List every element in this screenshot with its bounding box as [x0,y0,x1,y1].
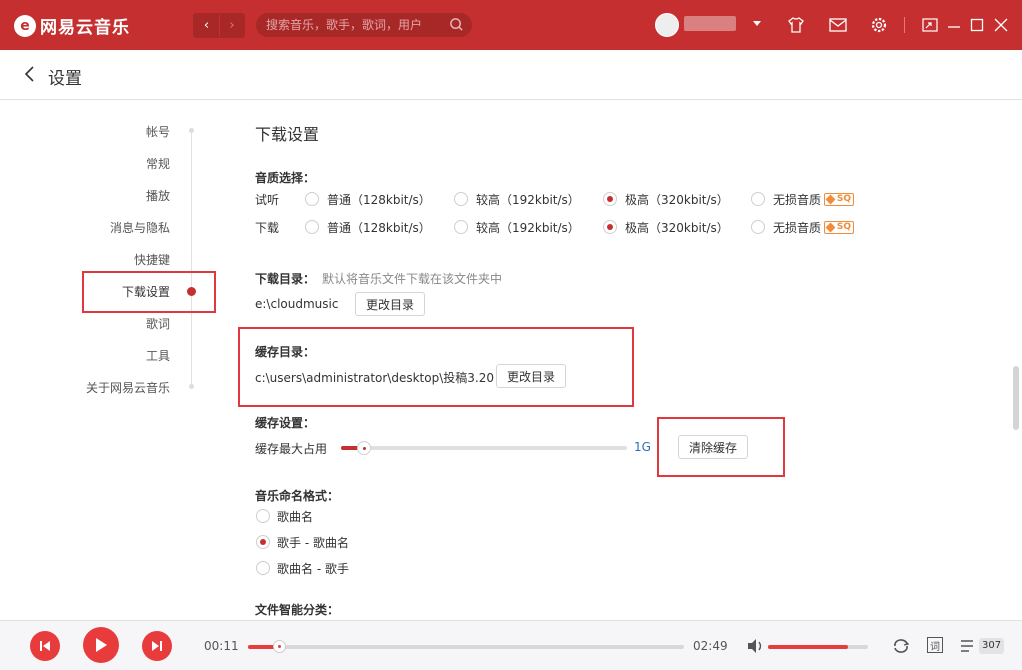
option-label: 普通（128kbit/s） [327,221,431,235]
previous-icon [40,641,50,651]
play-icon [96,638,107,652]
download-dir-hint: 默认将音乐文件下载在该文件夹中 [322,272,503,286]
minimize-icon[interactable] [944,15,964,35]
sidebar-item-privacy[interactable]: 消息与隐私 [110,219,170,236]
clear-cache-button[interactable]: 清除缓存 [678,435,748,459]
page-title: 设置 [48,69,82,89]
settings-header: 设置 [0,50,1022,100]
radio-download-standard[interactable] [305,220,319,234]
app-name: 网易云音乐 [40,18,130,38]
radio-naming-song-artist[interactable] [256,561,270,575]
mini-mode-icon[interactable] [920,15,940,35]
option-label: 无损音质 [773,193,822,207]
change-download-dir-button[interactable]: 更改目录 [355,292,425,316]
loop-mode-icon[interactable] [890,636,912,656]
naming-option-label: 歌曲名 [277,510,314,524]
sq-badge-icon: SQ [824,221,854,234]
radio-naming-artist-song[interactable] [256,535,270,549]
naming-option-label: 歌曲名 - 歌手 [277,562,349,576]
cache-slider-track[interactable] [341,446,627,450]
close-icon[interactable] [991,15,1011,35]
previous-track-button[interactable] [30,631,60,661]
sidebar-rail [191,130,192,388]
cache-slider-handle[interactable] [356,441,371,455]
download-row-label: 下载 [255,221,280,235]
option-label: 无损音质 [773,221,822,235]
username-redacted[interactable] [684,16,736,31]
sidebar-item-playback[interactable]: 播放 [146,187,170,204]
search-box [256,13,472,37]
sq-badge-icon: SQ [824,193,854,206]
lyrics-toggle-button[interactable]: 词 [927,637,943,653]
smart-sort-label: 文件智能分类： [255,603,340,617]
next-icon [152,641,162,651]
forward-arrow-icon[interactable]: › [219,14,244,37]
back-arrow-icon[interactable]: ‹ [194,14,219,37]
sidebar-item-general[interactable]: 常规 [146,155,170,172]
sidebar-item-lyrics[interactable]: 歌词 [146,315,170,332]
cache-dir-label: 缓存目录： [255,345,316,359]
app-logo[interactable]: e 网易云音乐 [14,13,130,38]
total-time: 02:49 [693,639,728,653]
sidebar-item-tools[interactable]: 工具 [146,347,170,364]
sidebar-item-shortcuts[interactable]: 快捷键 [134,251,170,268]
caret-down-icon[interactable] [752,18,762,28]
playlist-icon[interactable] [958,636,980,656]
cache-max-value: 1G [634,440,651,454]
content-scrollbar[interactable] [1013,366,1019,430]
volume-fill [768,645,848,649]
search-icon[interactable] [449,17,464,32]
chevron-left-icon [24,66,34,82]
sidebar-item-about[interactable]: 关于网易云音乐 [86,379,170,396]
progress-handle[interactable] [272,640,286,653]
quality-label: 音质选择： [255,171,316,185]
naming-format-label: 音乐命名格式： [255,489,340,503]
playlist-count-badge: 307 [979,638,1005,654]
back-button[interactable] [24,64,40,84]
history-nav: ‹ › [193,13,245,38]
radio-preview-lossless[interactable] [751,192,765,206]
progress-track[interactable] [248,645,684,649]
gear-icon[interactable] [869,15,889,35]
sidebar-item-account[interactable]: 帐号 [146,123,170,140]
netease-logo-icon: e [14,14,36,37]
naming-option-label: 歌手 - 歌曲名 [277,536,349,550]
next-track-button[interactable] [142,631,172,661]
title-bar: e 网易云音乐 ‹ › [0,0,1022,50]
radio-preview-extreme[interactable] [603,192,617,206]
option-label: 普通（128kbit/s） [327,193,431,207]
radio-preview-standard[interactable] [305,192,319,206]
radio-naming-song[interactable] [256,509,270,523]
maximize-icon[interactable] [967,15,987,35]
radio-download-extreme[interactable] [603,220,617,234]
highlight-box-sidebar [82,271,216,313]
play-button[interactable] [83,627,119,663]
option-label: 较高（192kbit/s） [476,221,580,235]
cache-max-label: 缓存最大占用 [255,442,328,456]
cache-settings-label: 缓存设置： [255,416,316,430]
radio-download-lossless[interactable] [751,220,765,234]
current-time: 00:11 [204,639,239,653]
highlight-box-cache-dir [238,327,634,407]
window-controls-divider [904,17,905,33]
volume-icon[interactable] [745,636,767,656]
radio-preview-high[interactable] [454,192,468,206]
mail-icon[interactable] [828,15,848,35]
download-dir-label: 下载目录： [255,272,316,286]
tshirt-icon[interactable] [786,15,806,35]
section-title: 下载设置 [255,125,320,144]
avatar[interactable] [655,13,679,37]
rail-start-dot [189,128,194,133]
cache-dir-path: c:\users\administrator\desktop\投稿3.20 [255,371,494,385]
search-input[interactable] [266,16,446,34]
radio-download-high[interactable] [454,220,468,234]
rail-end-dot [189,384,194,389]
option-label: 极高（320kbit/s） [625,221,729,235]
player-bar: 00:11 02:49 词 307 [0,620,1022,670]
option-label: 较高（192kbit/s） [476,193,580,207]
preview-row-label: 试听 [255,193,280,207]
option-label: 极高（320kbit/s） [625,193,729,207]
download-dir-path: e:\cloudmusic [255,297,339,311]
change-cache-dir-button[interactable]: 更改目录 [496,364,566,388]
